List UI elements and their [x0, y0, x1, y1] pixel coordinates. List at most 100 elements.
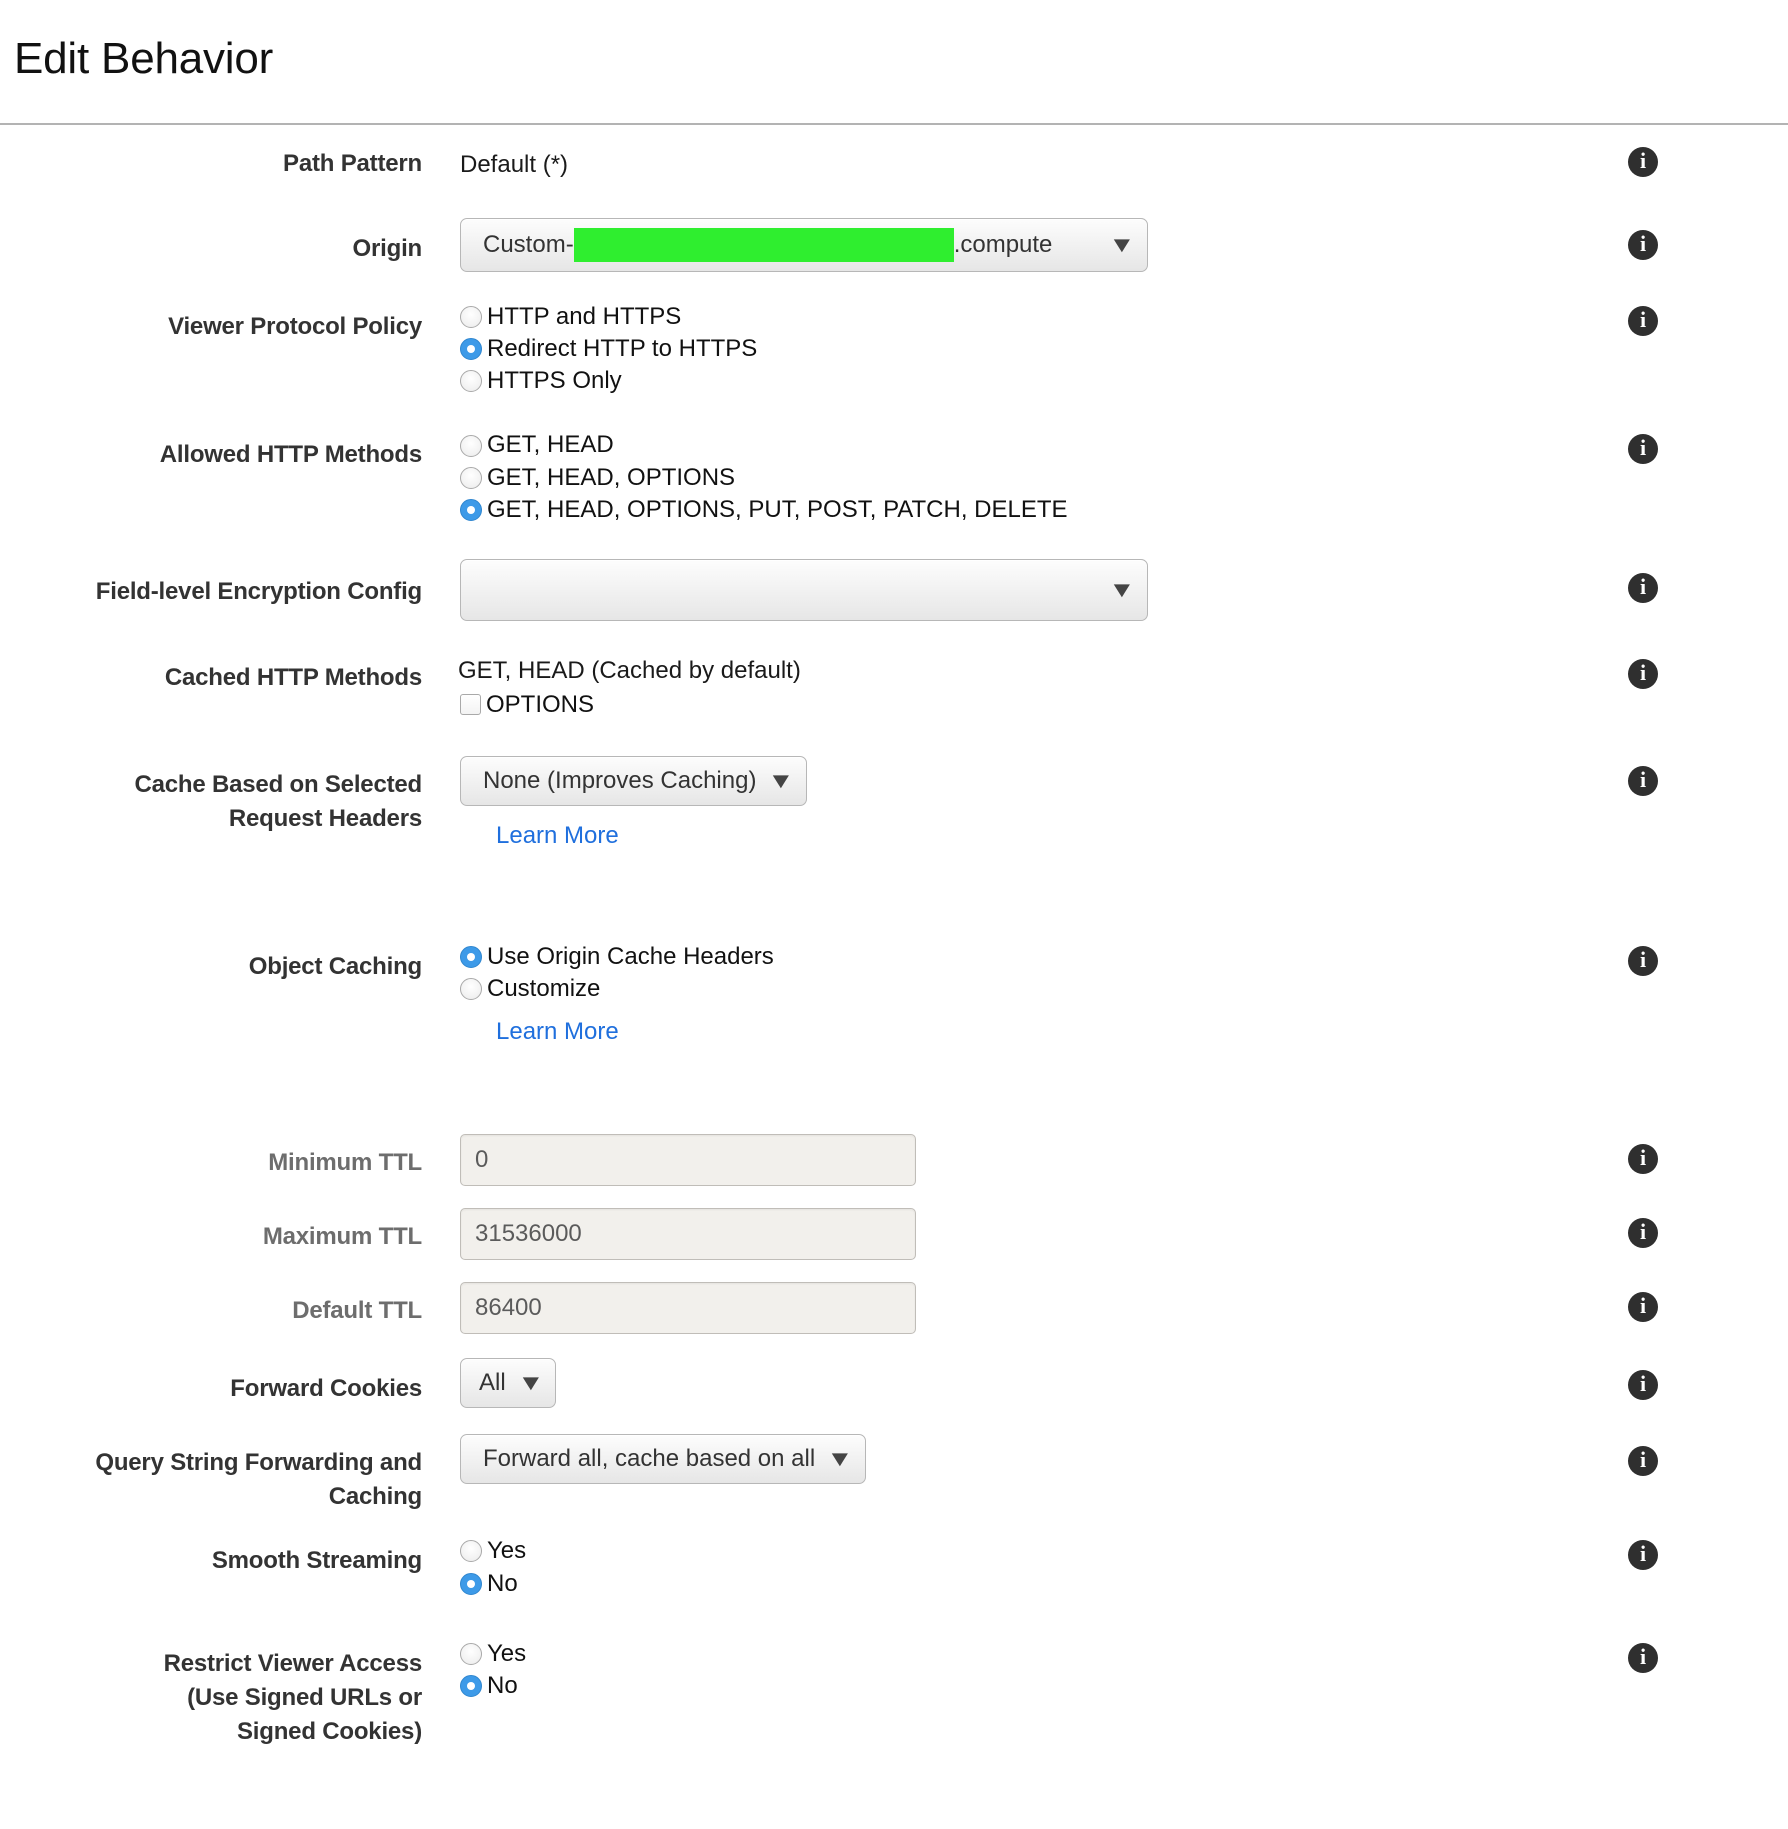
label-cache-based-on-headers: Cache Based on Selected Request Headers	[0, 756, 434, 836]
radio-smooth-streaming-no[interactable]: No	[460, 1569, 1558, 1599]
info-col-cached-http-methods: i	[1558, 655, 1788, 690]
option-label: GET, HEAD, OPTIONS, PUT, POST, PATCH, DE…	[487, 495, 1068, 523]
info-col-path-pattern: i	[1558, 147, 1788, 178]
radio-redirect-http-to-https[interactable]: Redirect HTTP to HTTPS	[460, 334, 1558, 364]
radio-icon[interactable]	[460, 305, 482, 328]
label-line-1: Restrict Viewer Access	[163, 1649, 423, 1677]
radio-get-head-options[interactable]: GET, HEAD, OPTIONS	[460, 463, 1558, 493]
row-allowed-http-methods: Allowed HTTP Methods GET, HEAD GET, HEAD…	[0, 430, 1788, 525]
checkbox-icon[interactable]	[460, 694, 481, 716]
learn-more-link-object-caching[interactable]: Learn More	[496, 1018, 619, 1046]
radio-restrict-viewer-access-yes[interactable]: Yes	[460, 1639, 1558, 1669]
field-restrict-viewer-access: Yes No	[434, 1639, 1558, 1701]
radio-icon[interactable]	[460, 1540, 482, 1563]
info-col-object-caching: i	[1558, 942, 1788, 976]
cache-headers-learn-more-wrap: Learn More	[460, 822, 1558, 850]
info-icon[interactable]: i	[1628, 1642, 1658, 1673]
edit-behavior-page: Edit Behavior Path Pattern Default (*) i…	[0, 29, 1788, 1749]
info-icon[interactable]: i	[1628, 1370, 1658, 1401]
info-icon[interactable]: i	[1628, 1144, 1658, 1175]
viewer-protocol-policy-options: HTTP and HTTPS Redirect HTTP to HTTPS HT…	[460, 302, 1558, 397]
label-field-level-encryption: Field-level Encryption Config	[95, 578, 422, 606]
option-label: HTTPS Only	[487, 367, 622, 395]
radio-icon[interactable]	[460, 370, 482, 393]
row-path-pattern: Path Pattern Default (*) i	[0, 147, 1788, 181]
minimum-ttl-input[interactable]	[460, 1134, 916, 1187]
origin-select[interactable]: Custom- .compute ▼	[460, 217, 1148, 272]
label-path-pattern: Path Pattern	[283, 150, 422, 178]
info-col-default-ttl: i	[1558, 1282, 1788, 1323]
checkbox-options[interactable]: OPTIONS	[460, 690, 1558, 720]
radio-use-origin-cache-headers[interactable]: Use Origin Cache Headers	[460, 942, 1558, 972]
option-label: GET, HEAD	[487, 431, 614, 459]
forward-cookies-select[interactable]: All ▼	[460, 1358, 557, 1409]
query-string-forwarding-value: Forward all, cache based on all	[483, 1445, 816, 1473]
radio-smooth-streaming-yes[interactable]: Yes	[460, 1536, 1558, 1566]
info-icon[interactable]: i	[1628, 573, 1658, 604]
info-icon-glyph: i	[1639, 1145, 1647, 1171]
cache-based-on-headers-value: None (Improves Caching)	[483, 766, 757, 794]
radio-get-head-options-put-post-patch-delete[interactable]: GET, HEAD, OPTIONS, PUT, POST, PATCH, DE…	[460, 495, 1558, 525]
radio-customize[interactable]: Customize	[460, 974, 1558, 1004]
info-icon[interactable]: i	[1628, 945, 1658, 976]
info-icon[interactable]: i	[1628, 765, 1658, 796]
radio-icon-selected[interactable]	[460, 338, 482, 361]
info-icon[interactable]: i	[1628, 1446, 1658, 1477]
origin-value: Custom- .compute	[483, 227, 1097, 262]
object-caching-learn-more-wrap: Learn More	[460, 1018, 1558, 1046]
origin-prefix: Custom-	[483, 230, 574, 258]
radio-icon[interactable]	[460, 1642, 482, 1665]
info-icon[interactable]: i	[1628, 1218, 1658, 1249]
radio-icon[interactable]	[460, 434, 482, 457]
info-icon-glyph: i	[1639, 574, 1647, 600]
title-divider	[0, 123, 1788, 126]
behavior-form: Path Pattern Default (*) i Origin Custom…	[0, 147, 1788, 1749]
chevron-down-icon: ▼	[1108, 231, 1136, 257]
info-icon[interactable]: i	[1628, 229, 1658, 260]
radio-restrict-viewer-access-no[interactable]: No	[460, 1671, 1558, 1701]
option-label: Yes	[487, 1537, 527, 1565]
info-icon[interactable]: i	[1628, 434, 1658, 465]
field-origin: Custom- .compute ▼	[434, 217, 1558, 272]
field-smooth-streaming: Yes No	[434, 1536, 1558, 1598]
info-icon[interactable]: i	[1628, 1292, 1658, 1323]
radio-icon-selected[interactable]	[460, 1675, 482, 1698]
option-label: No	[487, 1672, 518, 1700]
info-icon[interactable]: i	[1628, 1540, 1658, 1571]
radio-icon-selected[interactable]	[460, 945, 482, 968]
label-minimum-ttl: Minimum TTL	[268, 1149, 422, 1177]
row-cached-http-methods: Cached HTTP Methods GET, HEAD (Cached by…	[0, 655, 1788, 720]
field-default-ttl	[434, 1282, 1558, 1335]
info-icon[interactable]: i	[1628, 305, 1658, 336]
label-default-ttl: Default TTL	[292, 1297, 422, 1325]
row-default-ttl: Default TTL i	[0, 1282, 1788, 1335]
default-ttl-input[interactable]	[460, 1282, 916, 1335]
learn-more-link-cache-headers[interactable]: Learn More	[496, 822, 619, 850]
field-level-encryption-select[interactable]: ▼	[460, 559, 1148, 622]
label-line-2: Caching	[328, 1483, 422, 1511]
row-forward-cookies: Forward Cookies All ▼ i	[0, 1358, 1788, 1409]
chevron-down-icon: ▼	[1108, 577, 1136, 603]
radio-https-only[interactable]: HTTPS Only	[460, 366, 1558, 396]
option-label: No	[487, 1569, 518, 1597]
field-object-caching: Use Origin Cache Headers Customize Learn…	[434, 942, 1558, 1046]
info-col-smooth-streaming: i	[1558, 1536, 1788, 1571]
radio-icon-selected[interactable]	[460, 1572, 482, 1595]
option-label: GET, HEAD, OPTIONS	[487, 463, 736, 491]
info-icon[interactable]: i	[1628, 659, 1658, 690]
label-object-caching: Object Caching	[248, 952, 422, 980]
info-icon-glyph: i	[1639, 1371, 1647, 1397]
field-field-level-encryption: ▼	[434, 559, 1558, 622]
maximum-ttl-input[interactable]	[460, 1208, 916, 1261]
radio-get-head[interactable]: GET, HEAD	[460, 430, 1558, 460]
info-col-viewer-protocol-policy: i	[1558, 302, 1788, 336]
row-cache-based-on-headers: Cache Based on Selected Request Headers …	[0, 755, 1788, 850]
info-icon[interactable]: i	[1628, 147, 1658, 178]
radio-icon[interactable]	[460, 978, 482, 1001]
cache-based-on-headers-select[interactable]: None (Improves Caching) ▼	[460, 755, 808, 806]
radio-icon-selected[interactable]	[460, 499, 482, 521]
radio-icon[interactable]	[460, 466, 482, 489]
query-string-forwarding-select[interactable]: Forward all, cache based on all ▼	[460, 1434, 866, 1485]
radio-http-and-https[interactable]: HTTP and HTTPS	[460, 302, 1558, 332]
chevron-down-icon: ▼	[516, 1370, 545, 1396]
